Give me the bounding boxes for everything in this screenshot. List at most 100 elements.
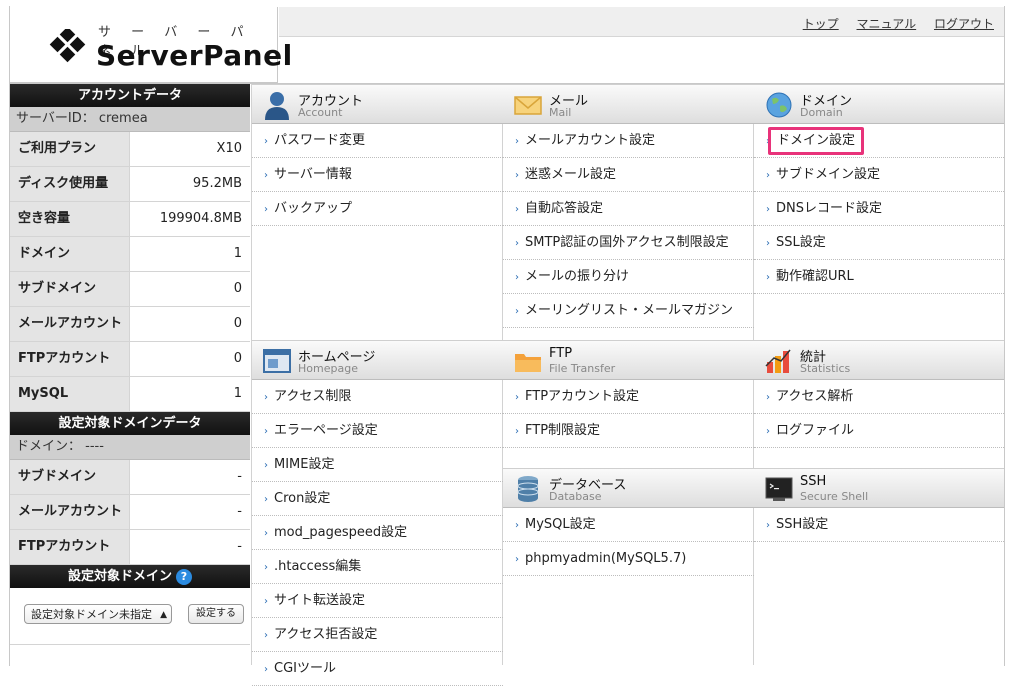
menu-item-label: サイト転送設定 xyxy=(274,593,366,608)
menu-item-label: MySQL設定 xyxy=(525,517,596,532)
row-value: 0 xyxy=(130,307,250,341)
logo-diamonds-icon xyxy=(49,29,86,63)
sidebar: アカウントデータ サーバーID： cremea ご利用プラン X10 ディスク使用量… xyxy=(10,84,250,645)
menu-item[interactable]: › メーリングリスト・メールマガジン xyxy=(503,294,754,328)
menu-item[interactable]: › パスワード変更 xyxy=(252,124,503,158)
help-icon[interactable]: ? xyxy=(176,568,192,585)
arrow-bullet-icon: › xyxy=(264,204,268,215)
row-value: 1 xyxy=(130,237,250,271)
menu-item[interactable]: › FTP制限設定 xyxy=(503,414,754,448)
menu-item[interactable]: › ログファイル xyxy=(754,414,1004,448)
arrow-bullet-icon: › xyxy=(264,630,268,641)
menu-item-label: サブドメイン設定 xyxy=(776,167,881,182)
row-value: 0 xyxy=(130,342,250,376)
arrow-bullet-icon: › xyxy=(766,204,770,215)
row-value: X10 xyxy=(130,132,250,166)
arrow-bullet-icon: › xyxy=(264,170,268,181)
row-value: 95.2MB xyxy=(130,167,250,201)
row-label: ドメイン xyxy=(10,237,130,271)
menu-item[interactable]: › SMTP認証の国外アクセス制限設定 xyxy=(503,226,754,260)
menu-item-label: SSH設定 xyxy=(776,517,829,532)
manual-link[interactable]: マニュアル xyxy=(857,17,917,31)
arrow-bullet-icon: › xyxy=(515,306,519,317)
menu-list: › パスワード変更 › サーバー情報 › バックアップ xyxy=(252,124,503,340)
arrow-bullet-icon: › xyxy=(264,664,268,675)
row-label: MySQL xyxy=(10,377,130,411)
row-label: FTPアカウント xyxy=(10,342,130,376)
menu-list: › ドメイン設定 › サブドメイン設定 › DNSレコード設定 › SSL設定 › 動作確認URL xyxy=(754,124,1004,340)
menu-item-label: 動作確認URL xyxy=(776,269,854,284)
menu-item[interactable]: › CGIツール xyxy=(252,652,503,686)
menu-item[interactable]: › アクセス解析 xyxy=(754,380,1004,414)
section-stats-header: 統計 Statistics xyxy=(754,340,1004,380)
sidebar-data-row: ディスク使用量 95.2MB xyxy=(10,167,250,202)
top-link[interactable]: トップ xyxy=(803,17,839,31)
menu-item[interactable]: › Cron設定 xyxy=(252,482,503,516)
section-ftp-header: FTP File Transfer xyxy=(503,340,754,380)
arrow-bullet-icon: › xyxy=(515,554,519,565)
menu-item-label: メーリングリスト・メールマガジン xyxy=(525,303,734,318)
target-domain-title: 設定対象ドメイン? xyxy=(10,565,250,588)
section-subtitle: Homepage xyxy=(298,362,358,375)
menu-item-label: mod_pagespeed設定 xyxy=(274,525,408,540)
menu-item[interactable]: › FTPアカウント設定 xyxy=(503,380,754,414)
menu-item[interactable]: › バックアップ xyxy=(252,192,503,226)
menu-item[interactable]: › アクセス拒否設定 xyxy=(252,618,503,652)
menu-item-label: FTP制限設定 xyxy=(525,423,601,438)
menu-item-label: サーバー情報 xyxy=(274,167,352,182)
sidebar-data-row: メールアカウント 0 xyxy=(10,307,250,342)
logout-link[interactable]: ログアウト xyxy=(934,17,994,31)
arrow-bullet-icon: › xyxy=(766,426,770,437)
menu-item[interactable]: › サーバー情報 xyxy=(252,158,503,192)
menu-item-label: アクセス拒否設定 xyxy=(274,627,378,642)
menu-item[interactable]: › アクセス制限 xyxy=(252,380,503,414)
set-domain-button[interactable]: 設定する xyxy=(188,604,244,624)
menu-item[interactable]: › .htaccess編集 xyxy=(252,550,503,584)
menu-item[interactable]: › ドメイン設定 xyxy=(754,124,1004,158)
arrow-bullet-icon: › xyxy=(264,136,268,147)
menu-item[interactable]: › メールの振り分け xyxy=(503,260,754,294)
menu-list: › SSH設定 xyxy=(754,508,1004,542)
arrow-bullet-icon: › xyxy=(515,272,519,283)
sidebar-data-row: MySQL 1 xyxy=(10,377,250,412)
server-id: サーバーID： cremea xyxy=(10,107,250,132)
menu-item-label: SMTP認証の国外アクセス制限設定 xyxy=(525,235,729,250)
menu-item[interactable]: › DNSレコード設定 xyxy=(754,192,1004,226)
menu-item[interactable]: › phpmyadmin(MySQL5.7) xyxy=(503,542,754,576)
top-bar: トップ マニュアル ログアウト xyxy=(279,7,1004,37)
menu-item[interactable]: › mod_pagespeed設定 xyxy=(252,516,503,550)
target-domain-form: 設定対象ドメイン未指定 ▲ 設定する xyxy=(10,588,250,645)
target-domain-select[interactable]: 設定対象ドメイン未指定 ▲ xyxy=(24,604,172,624)
sidebar-data-row: 空き容量 199904.8MB xyxy=(10,202,250,237)
arrow-bullet-icon: › xyxy=(766,520,770,531)
column-3: ドメイン Domain › ドメイン設定 › サブドメイン設定 › DNSレコード設定 › S… xyxy=(754,84,1004,542)
globe-icon xyxy=(766,92,792,118)
menu-list: › メールアカウント設定 › 迷惑メール設定 › 自動応答設定 › SMTP認証の国外アクセス… xyxy=(503,124,754,340)
arrow-bullet-icon: › xyxy=(515,426,519,437)
menu-item-label: MIME設定 xyxy=(274,457,335,472)
menu-item[interactable]: › メールアカウント設定 xyxy=(503,124,754,158)
arrow-bullet-icon: › xyxy=(515,170,519,181)
menu-item[interactable]: › SSH設定 xyxy=(754,508,1004,542)
sidebar-data-row: FTPアカウント - xyxy=(10,530,250,565)
menu-item[interactable]: › MIME設定 xyxy=(252,448,503,482)
menu-item[interactable]: › 自動応答設定 xyxy=(503,192,754,226)
menu-item[interactable]: › 動作確認URL xyxy=(754,260,1004,294)
row-label: サブドメイン xyxy=(10,460,130,494)
row-value: 199904.8MB xyxy=(130,202,250,236)
menu-item[interactable]: › エラーページ設定 xyxy=(252,414,503,448)
section-homepage-header: ホームページ Homepage xyxy=(252,340,503,380)
menu-item-label: メールの振り分け xyxy=(525,269,630,284)
sidebar-data-row: ドメイン 1 xyxy=(10,237,250,272)
menu-item[interactable]: › サイト転送設定 xyxy=(252,584,503,618)
arrow-bullet-icon: › xyxy=(515,520,519,531)
menu-item[interactable]: › サブドメイン設定 xyxy=(754,158,1004,192)
logo[interactable]: サ ー バ ー パ ネ ル ServerPanel xyxy=(10,7,292,83)
section-subtitle: Domain xyxy=(800,106,843,119)
menu-item[interactable]: › 迷惑メール設定 xyxy=(503,158,754,192)
menu-item[interactable]: › SSL設定 xyxy=(754,226,1004,260)
section-domain-header: ドメイン Domain xyxy=(754,84,1004,124)
arrow-bullet-icon: › xyxy=(766,392,770,403)
section-subtitle: Account xyxy=(298,106,343,119)
menu-item[interactable]: › MySQL設定 xyxy=(503,508,754,542)
